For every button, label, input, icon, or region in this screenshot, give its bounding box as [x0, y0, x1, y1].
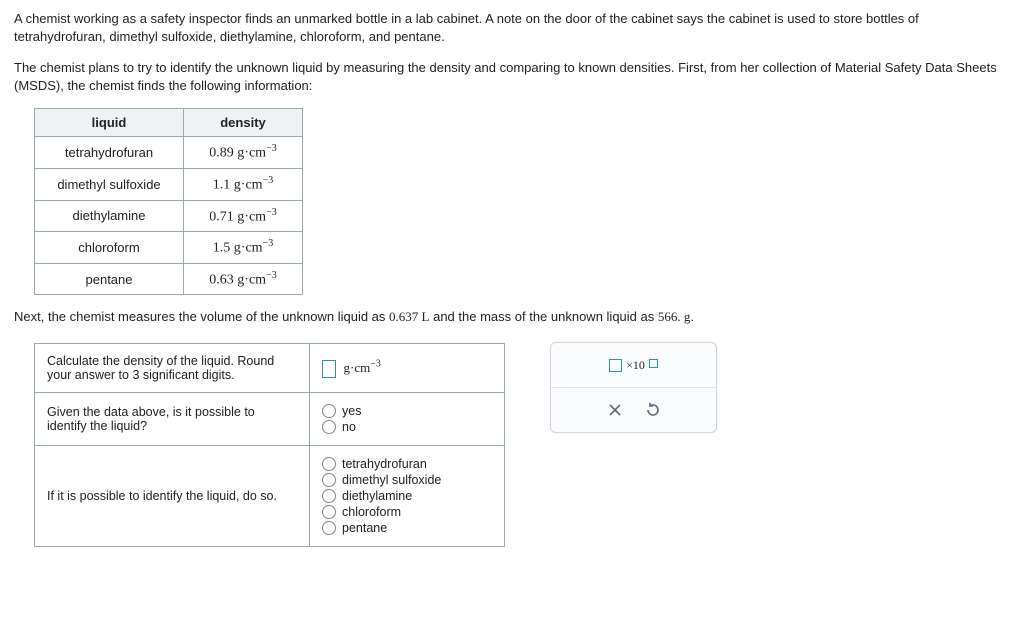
intro-paragraph-1: A chemist working as a safety inspector …	[14, 10, 1010, 45]
tool-panel: ×10	[550, 342, 717, 433]
times-ten-label: ×10	[626, 358, 645, 373]
radio-no[interactable]	[322, 420, 336, 434]
density-unit: g·cm−3	[343, 360, 380, 375]
intro-paragraph-2: The chemist plans to try to identify the…	[14, 59, 1010, 94]
sci-notation-button[interactable]: ×10	[551, 343, 716, 387]
measurement-line: Next, the chemist measures the volume of…	[14, 309, 1010, 325]
liquid-name: chloroform	[35, 232, 184, 264]
density-value: 0.71 g·cm−3	[184, 200, 303, 232]
density-value: 1.5 g·cm−3	[184, 232, 303, 264]
liquid-name: pentane	[35, 263, 184, 295]
reset-button[interactable]	[636, 396, 670, 424]
density-value: 0.63 g·cm−3	[184, 263, 303, 295]
table-row: dimethyl sulfoxide1.1 g·cm−3	[35, 168, 303, 200]
liquid-name: tetrahydrofuran	[35, 137, 184, 169]
option-label: no	[342, 420, 356, 434]
radio-option[interactable]	[322, 473, 336, 487]
option-label: diethylamine	[342, 489, 412, 503]
col-header-density: density	[184, 109, 303, 137]
density-value: 0.89 g·cm−3	[184, 137, 303, 169]
answer-table: Calculate the density of the liquid. Rou…	[34, 343, 505, 547]
liquid-name: dimethyl sulfoxide	[35, 168, 184, 200]
density-input[interactable]	[322, 360, 336, 378]
exponent-box-icon	[649, 359, 658, 368]
radio-option[interactable]	[322, 457, 336, 471]
liquid-name: diethylamine	[35, 200, 184, 232]
option-label: tetrahydrofuran	[342, 457, 427, 471]
option-label: pentane	[342, 521, 387, 535]
clear-button[interactable]	[598, 396, 632, 424]
option-label: chloroform	[342, 505, 401, 519]
radio-option[interactable]	[322, 521, 336, 535]
table-row: chloroform1.5 g·cm−3	[35, 232, 303, 264]
table-row: tetrahydrofuran0.89 g·cm−3	[35, 137, 303, 169]
density-value: 1.1 g·cm−3	[184, 168, 303, 200]
col-header-liquid: liquid	[35, 109, 184, 137]
option-label: yes	[342, 404, 361, 418]
radio-yes[interactable]	[322, 404, 336, 418]
radio-option[interactable]	[322, 489, 336, 503]
radio-option[interactable]	[322, 505, 336, 519]
question-density: Calculate the density of the liquid. Rou…	[35, 344, 310, 393]
placeholder-box-icon	[609, 359, 622, 372]
question-identify: If it is possible to identify the liquid…	[35, 446, 310, 547]
question-possible: Given the data above, is it possible to …	[35, 393, 310, 446]
table-row: diethylamine0.71 g·cm−3	[35, 200, 303, 232]
option-label: dimethyl sulfoxide	[342, 473, 441, 487]
table-row: pentane0.63 g·cm−3	[35, 263, 303, 295]
density-table: liquid density tetrahydrofuran0.89 g·cm−…	[34, 108, 303, 295]
